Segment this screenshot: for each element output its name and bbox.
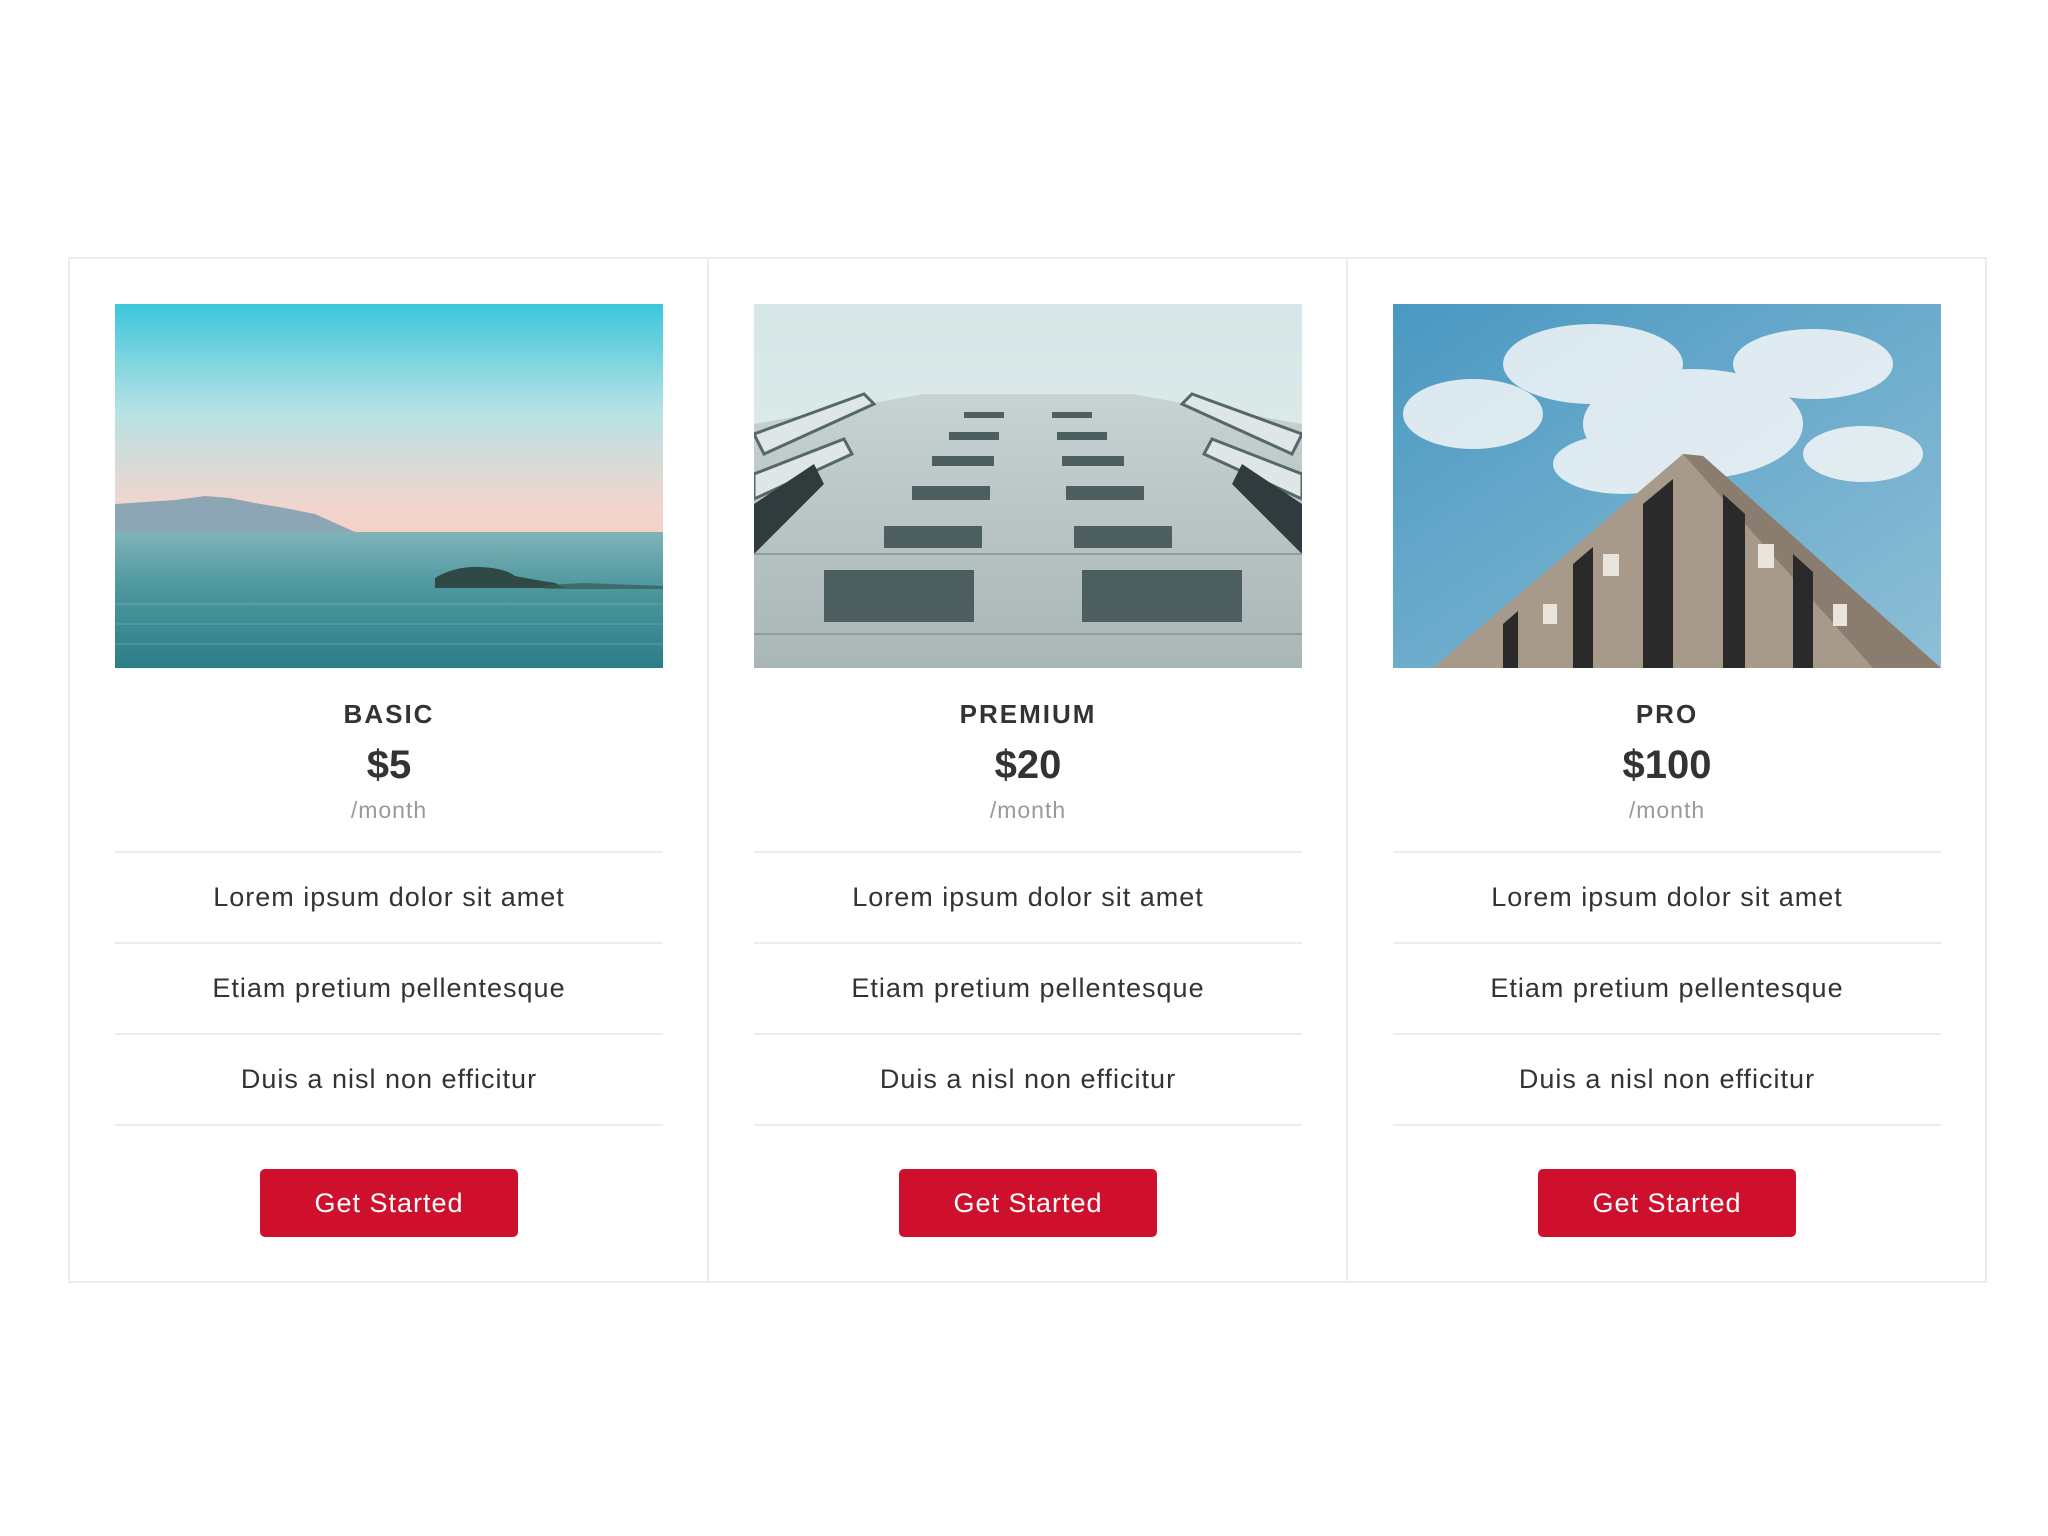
plan-name: PRO (1635, 699, 1699, 729)
feature-item: Lorem ipsum dolor sit amet (115, 853, 663, 944)
feature-list: Lorem ipsum dolor sit amet Etiam pretium… (1393, 851, 1941, 1126)
plan-price: $100 (1622, 743, 1712, 787)
plan-name: PREMIUM (959, 699, 1097, 729)
feature-item: Etiam pretium pellentesque (115, 944, 663, 1035)
get-started-button-premium[interactable]: Get Started (899, 1169, 1157, 1237)
building-corner-sky-illustration (1393, 304, 1941, 668)
building-facade-illustration (754, 304, 1302, 668)
feature-list: Lorem ipsum dolor sit amet Etiam pretium… (115, 851, 663, 1126)
plan-card-pro: PRO $100 /month Lorem ipsum dolor sit am… (1346, 259, 1985, 1281)
plan-image-sea (115, 304, 663, 668)
feature-item: Etiam pretium pellentesque (754, 944, 1302, 1035)
plan-period: /month (1628, 797, 1706, 823)
feature-item: Lorem ipsum dolor sit amet (754, 853, 1302, 944)
plan-price: $5 (366, 743, 412, 787)
plan-image-sky (1393, 304, 1941, 668)
sea-landscape-illustration (115, 304, 663, 668)
get-started-button-pro[interactable]: Get Started (1538, 1169, 1796, 1237)
feature-item: Etiam pretium pellentesque (1393, 944, 1941, 1035)
pricing-table: BASIC $5 /month Lorem ipsum dolor sit am… (68, 257, 1987, 1283)
feature-list: Lorem ipsum dolor sit amet Etiam pretium… (754, 851, 1302, 1126)
plan-card-basic: BASIC $5 /month Lorem ipsum dolor sit am… (70, 259, 707, 1281)
get-started-button-basic[interactable]: Get Started (260, 1169, 518, 1237)
feature-item: Duis a nisl non efficitur (115, 1035, 663, 1126)
plan-card-premium: PREMIUM $20 /month Lorem ipsum dolor sit… (707, 259, 1346, 1281)
feature-item: Duis a nisl non efficitur (1393, 1035, 1941, 1126)
plan-period: /month (350, 797, 428, 823)
plan-name: BASIC (343, 699, 435, 729)
plan-image-building (754, 304, 1302, 668)
plan-period: /month (989, 797, 1067, 823)
feature-item: Lorem ipsum dolor sit amet (1393, 853, 1941, 944)
plan-price: $20 (994, 743, 1062, 787)
feature-item: Duis a nisl non efficitur (754, 1035, 1302, 1126)
